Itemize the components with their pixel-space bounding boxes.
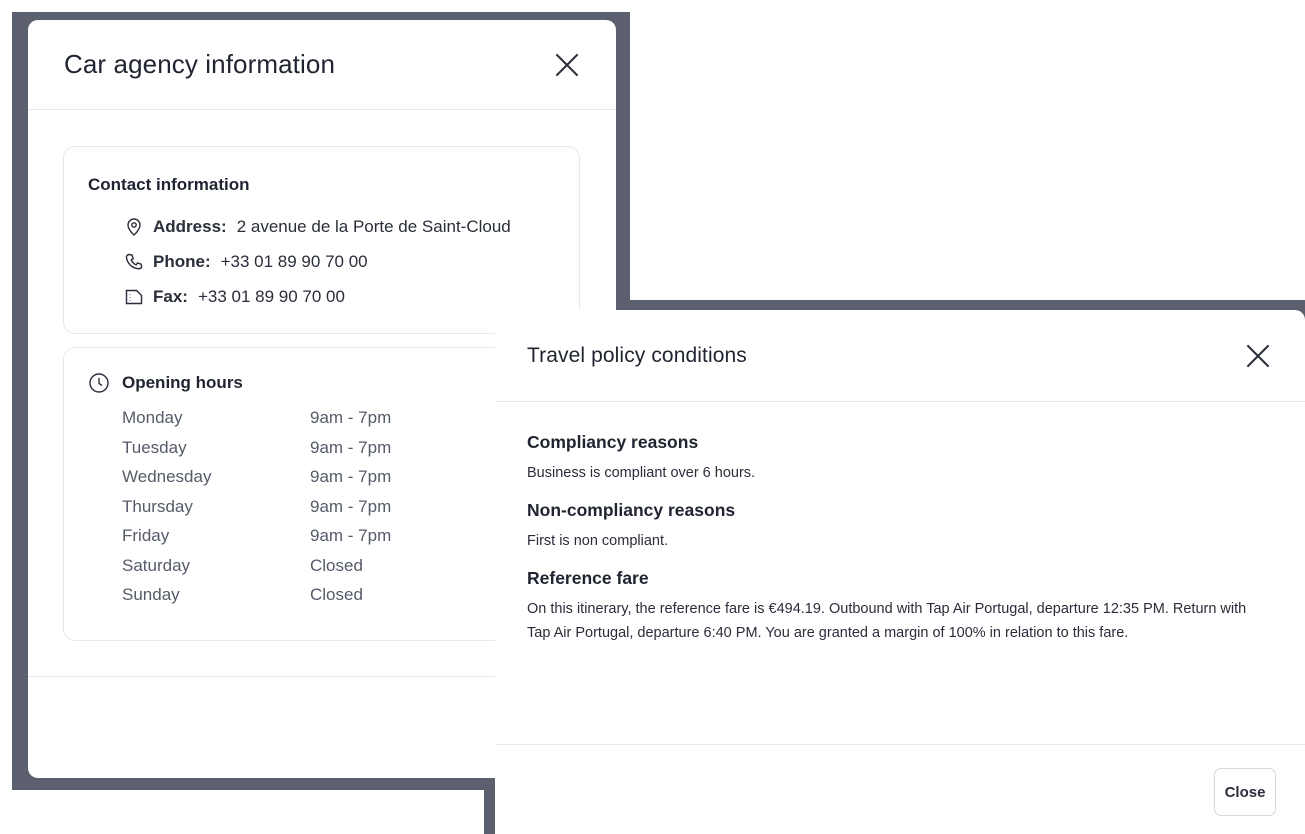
modal-header: Car agency information [28, 20, 616, 110]
phone-value: +33 01 89 90 70 00 [220, 251, 368, 271]
modal-title: Travel policy conditions [527, 343, 747, 367]
hours-row: Sunday Closed [122, 585, 555, 615]
section-heading: Reference fare [527, 568, 649, 588]
address-value: 2 avenue de la Porte de Saint-Cloud [236, 216, 511, 236]
contact-card: Contact information Address: 2 avenue de… [63, 146, 580, 334]
section-text: Business is compliant over 6 hours. [527, 465, 756, 481]
address-label: Address: [153, 216, 227, 236]
time-value: 9am - 7pm [310, 526, 392, 545]
modal-body: Compliancy reasons Business is compliant… [495, 402, 1305, 645]
close-button[interactable]: Close [1214, 768, 1276, 816]
reference-fare-section: Reference fare On this itinerary, the re… [527, 568, 1273, 645]
time-value: 9am - 7pm [310, 467, 392, 486]
day-label: Saturday [122, 555, 191, 575]
section-heading: Compliancy reasons [527, 432, 699, 452]
time-value: Closed [310, 585, 363, 604]
hours-row: Tuesday 9am - 7pm [122, 438, 555, 468]
day-label: Tuesday [122, 437, 187, 457]
day-label: Thursday [122, 496, 193, 516]
modal-footer: Close [495, 744, 1305, 834]
time-value: 9am - 7pm [310, 408, 392, 427]
close-icon[interactable] [1245, 343, 1271, 369]
fax-label: Fax: [153, 286, 188, 306]
time-value: 9am - 7pm [310, 496, 392, 516]
day-label: Sunday [122, 585, 180, 604]
section-heading: Non-compliancy reasons [527, 500, 736, 520]
hours-list: Monday 9am - 7pm Tuesday 9am - 7pm Wednesd… [88, 408, 555, 615]
fax-value: +33 01 89 90 70 00 [197, 286, 345, 306]
fax-icon [123, 286, 145, 308]
day-label: Wednesday [122, 467, 212, 486]
section-text: On this itinerary, the reference fare is… [527, 601, 1247, 641]
hours-row: Thursday 9am - 7pm [122, 497, 555, 527]
hours-row: Saturday Closed [122, 556, 555, 586]
modal-header: Travel policy conditions [495, 310, 1305, 402]
address-row: Address: 2 avenue de la Porte de Saint-C… [123, 209, 555, 244]
hours-heading: Opening hours [122, 373, 243, 392]
phone-row: Phone: +33 01 89 90 70 00 [123, 244, 555, 279]
hours-header: Opening hours [88, 372, 555, 394]
time-value: Closed [310, 555, 363, 575]
compliancy-section: Compliancy reasons Business is compliant… [527, 432, 1273, 485]
close-icon[interactable] [554, 52, 580, 78]
modal-title: Car agency information [64, 49, 335, 79]
hours-row: Monday 9am - 7pm [122, 408, 555, 438]
phone-icon [123, 251, 145, 273]
hours-row: Friday 9am - 7pm [122, 526, 555, 556]
section-text: First is non compliant. [527, 533, 669, 549]
day-label: Monday [122, 408, 183, 427]
day-label: Friday [122, 526, 170, 545]
phone-label: Phone: [153, 251, 211, 271]
contact-heading: Contact information [88, 175, 250, 194]
non-compliancy-section: Non-compliancy reasons First is non comp… [527, 500, 1273, 553]
map-pin-icon [123, 216, 145, 238]
hours-row: Wednesday 9am - 7pm [122, 467, 555, 497]
time-value: 9am - 7pm [310, 437, 392, 457]
travel-policy-modal: Travel policy conditions Compliancy reas… [495, 310, 1305, 834]
fax-row: Fax: +33 01 89 90 70 00 [123, 279, 555, 314]
clock-icon [88, 372, 110, 394]
contact-list: Address: 2 avenue de la Porte de Saint-C… [88, 209, 555, 314]
